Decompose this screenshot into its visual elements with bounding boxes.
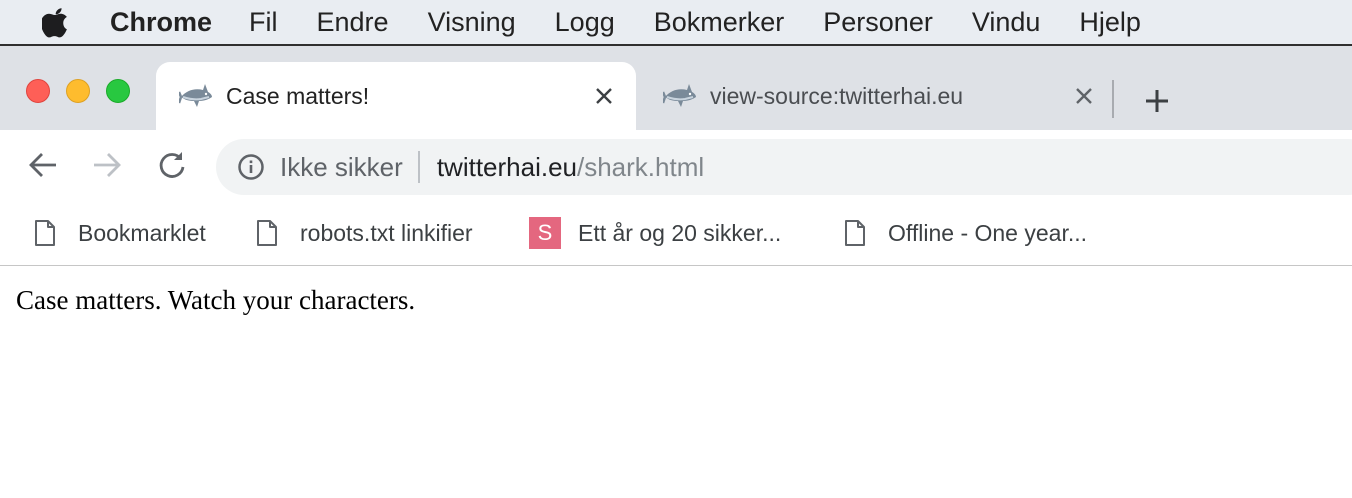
url-host: twitterhai.eu bbox=[436, 151, 577, 182]
menu-personer[interactable]: Personer bbox=[823, 0, 933, 44]
plus-icon bbox=[1146, 90, 1168, 112]
arrow-right-icon bbox=[94, 153, 121, 177]
tab-case-matters[interactable]: Case matters! bbox=[156, 62, 636, 130]
bookmarks-bar: Bookmarklet robots.txt linkifier S Ett å… bbox=[0, 200, 1352, 266]
bookmark-label: robots.txt linkifier bbox=[300, 219, 473, 246]
security-status-label[interactable]: Ikke sikker bbox=[280, 152, 403, 183]
minimize-window-button[interactable] bbox=[66, 79, 90, 103]
bookmark-ett-ar[interactable]: S Ett år og 20 sikker... bbox=[529, 212, 781, 254]
omnibox-divider bbox=[417, 151, 420, 183]
browser-toolbar: Ikke sikker twitterhai.eu/shark.html bbox=[0, 130, 1352, 200]
forward-button[interactable] bbox=[84, 142, 130, 188]
menu-bokmerker[interactable]: Bokmerker bbox=[654, 0, 785, 44]
tab-title: Case matters! bbox=[226, 82, 370, 109]
tab-strip: Case matters! view-source:twitterhai.eu bbox=[0, 46, 1352, 130]
bookmark-label: Ett år og 20 sikker... bbox=[578, 219, 782, 246]
macos-menu-bar: Chrome Fil Endre Visning Logg Bokmerker … bbox=[0, 0, 1352, 44]
tab-separator bbox=[1112, 80, 1114, 118]
menu-logg[interactable]: Logg bbox=[555, 0, 615, 44]
bookmark-robots-linkifier[interactable]: robots.txt linkifier bbox=[254, 212, 473, 254]
info-icon[interactable] bbox=[236, 152, 266, 182]
menu-visning[interactable]: Visning bbox=[428, 0, 516, 44]
page-icon bbox=[254, 217, 280, 249]
tab-view-source[interactable]: view-source:twitterhai.eu bbox=[640, 62, 1116, 130]
menu-fil[interactable]: Fil bbox=[249, 0, 278, 44]
address-bar[interactable]: Ikke sikker twitterhai.eu/shark.html bbox=[216, 139, 1352, 195]
url-path: /shark.html bbox=[577, 151, 705, 182]
menu-vindu[interactable]: Vindu bbox=[972, 0, 1041, 44]
apple-menu-icon[interactable] bbox=[0, 6, 110, 38]
page-icon bbox=[842, 217, 868, 249]
window-controls bbox=[26, 79, 130, 103]
reload-button[interactable] bbox=[149, 142, 195, 188]
zoom-window-button[interactable] bbox=[106, 79, 130, 103]
tab-title: view-source:twitterhai.eu bbox=[710, 82, 964, 109]
back-button[interactable] bbox=[20, 142, 66, 188]
reload-icon bbox=[159, 152, 185, 178]
shark-icon bbox=[660, 76, 700, 116]
browser-window: Case matters! view-source:twitterhai.eu bbox=[0, 44, 1352, 498]
menu-hjelp[interactable]: Hjelp bbox=[1079, 0, 1141, 44]
bookmark-bookmarklet[interactable]: Bookmarklet bbox=[32, 212, 206, 254]
arrow-left-icon bbox=[29, 153, 56, 177]
page-content: Case matters. Watch your characters. bbox=[0, 267, 1352, 498]
close-window-button[interactable] bbox=[26, 79, 50, 103]
shark-icon bbox=[176, 76, 216, 116]
new-tab-button[interactable] bbox=[1134, 78, 1180, 124]
page-body-text: Case matters. Watch your characters. bbox=[16, 285, 416, 315]
url-text[interactable]: twitterhai.eu/shark.html bbox=[437, 152, 704, 183]
menu-app-chrome[interactable]: Chrome bbox=[110, 0, 212, 44]
bookmark-offline[interactable]: Offline - One year... bbox=[842, 212, 1087, 254]
s-badge-icon: S bbox=[529, 217, 561, 249]
bookmark-label: Offline - One year... bbox=[888, 219, 1088, 246]
page-icon bbox=[32, 217, 58, 249]
menu-endre[interactable]: Endre bbox=[317, 0, 389, 44]
bookmark-label: Bookmarklet bbox=[78, 219, 206, 246]
close-tab-icon[interactable] bbox=[584, 76, 624, 116]
close-tab-icon[interactable] bbox=[1064, 76, 1104, 116]
